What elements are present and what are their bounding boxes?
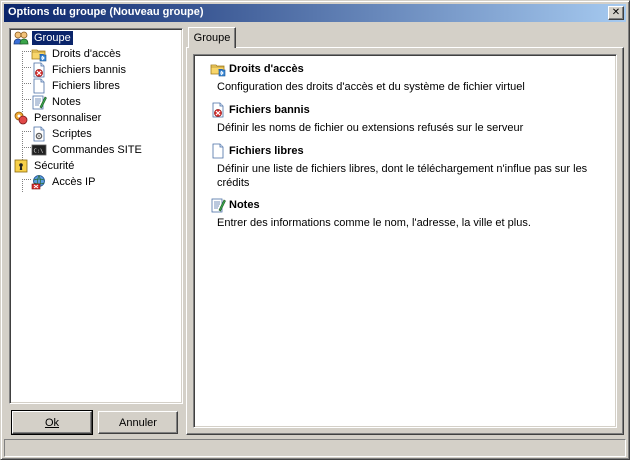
section-fichiers-bannis: Fichiers bannis Définir les noms de fich… <box>210 102 610 135</box>
tree-item-label: Droits d'accès <box>52 48 121 60</box>
tree-item-droits-acces[interactable]: Droits d'accès <box>31 46 123 62</box>
dialog-window: Options du groupe (Nouveau groupe) ✕ Gro… <box>0 0 630 460</box>
group-icon <box>13 30 29 46</box>
lock-icon <box>13 158 29 174</box>
tree-item-label: Fichiers libres <box>52 80 120 92</box>
section-link-droits-acces[interactable]: Droits d'accès <box>210 61 610 77</box>
tree-item-notes[interactable]: Notes <box>31 94 83 110</box>
folder-access-icon <box>210 61 226 77</box>
tree-item-scriptes[interactable]: Scriptes <box>31 126 94 142</box>
window-title: Options du groupe (Nouveau groupe) <box>8 6 204 18</box>
tree-item-label: Personnaliser <box>34 112 102 124</box>
section-description: Définir les noms de fichier ou extension… <box>217 122 524 134</box>
section-notes: Notes Entrer des informations comme le n… <box>210 197 610 230</box>
close-icon: ✕ <box>611 6 621 18</box>
section-link-fichiers-bannis[interactable]: Fichiers bannis <box>210 102 610 118</box>
free-file-icon <box>210 143 226 159</box>
tree-item-label: Scriptes <box>52 128 92 140</box>
console-icon <box>31 142 47 158</box>
section-droits-acces: Droits d'accès Configuration des droits … <box>210 61 610 94</box>
title-bar[interactable]: Options du groupe (Nouveau groupe) ✕ <box>4 4 626 22</box>
tree-item-commandes-site[interactable]: Commandes SITE <box>31 142 144 158</box>
tree-item-personnaliser[interactable]: Personnaliser <box>13 110 103 126</box>
tab-groupe[interactable]: Groupe <box>188 27 236 48</box>
section-title: Fichiers libres <box>229 145 304 157</box>
tree-item-groupe[interactable]: Groupe <box>13 30 73 46</box>
ok-button[interactable]: Ok <box>11 410 93 435</box>
ok-button-label: Ok <box>44 416 60 429</box>
tree-item-label: Fichiers bannis <box>52 64 126 76</box>
section-description: Entrer des informations comme le nom, l'… <box>217 217 531 229</box>
section-link-notes[interactable]: Notes <box>210 197 610 213</box>
script-icon <box>31 126 47 142</box>
options-tree[interactable]: Groupe Droits d'accès Fichiers bannis Fi… <box>9 28 183 404</box>
tree-item-acces-ip[interactable]: Accès IP <box>31 174 97 190</box>
section-title: Notes <box>229 199 260 211</box>
section-description: Définir une liste de fichiers libres, do… <box>217 163 588 189</box>
section-description: Configuration des droits d'accès et du s… <box>217 81 525 93</box>
customize-icon <box>13 110 29 126</box>
panel-content: Droits d'accès Configuration des droits … <box>193 54 617 428</box>
banned-file-icon <box>210 102 226 118</box>
tree-item-label: Groupe <box>32 31 73 45</box>
section-fichiers-libres: Fichiers libres Définir une liste de fic… <box>210 143 610 190</box>
tree-item-fichiers-bannis[interactable]: Fichiers bannis <box>31 62 128 78</box>
tree-item-label: Notes <box>52 96 81 108</box>
tree-item-label: Commandes SITE <box>52 144 142 156</box>
free-file-icon <box>31 78 47 94</box>
ip-access-icon <box>31 174 47 190</box>
section-title: Fichiers bannis <box>229 104 310 116</box>
tab-label: Groupe <box>193 32 231 44</box>
cancel-button-label: Annuler <box>119 416 157 429</box>
tree-item-label: Accès IP <box>52 176 96 188</box>
section-title: Droits d'accès <box>229 63 304 75</box>
notes-icon <box>210 197 226 213</box>
notes-icon <box>31 94 47 110</box>
cancel-button[interactable]: Annuler <box>98 411 178 434</box>
status-bar <box>4 439 626 457</box>
tree-item-label: Sécurité <box>34 160 75 172</box>
folder-access-icon <box>31 46 47 62</box>
tree-item-fichiers-libres[interactable]: Fichiers libres <box>31 78 122 94</box>
tree-item-securite[interactable]: Sécurité <box>13 158 76 174</box>
banned-file-icon <box>31 62 47 78</box>
close-button[interactable]: ✕ <box>608 6 624 20</box>
section-link-fichiers-libres[interactable]: Fichiers libres <box>210 143 610 159</box>
